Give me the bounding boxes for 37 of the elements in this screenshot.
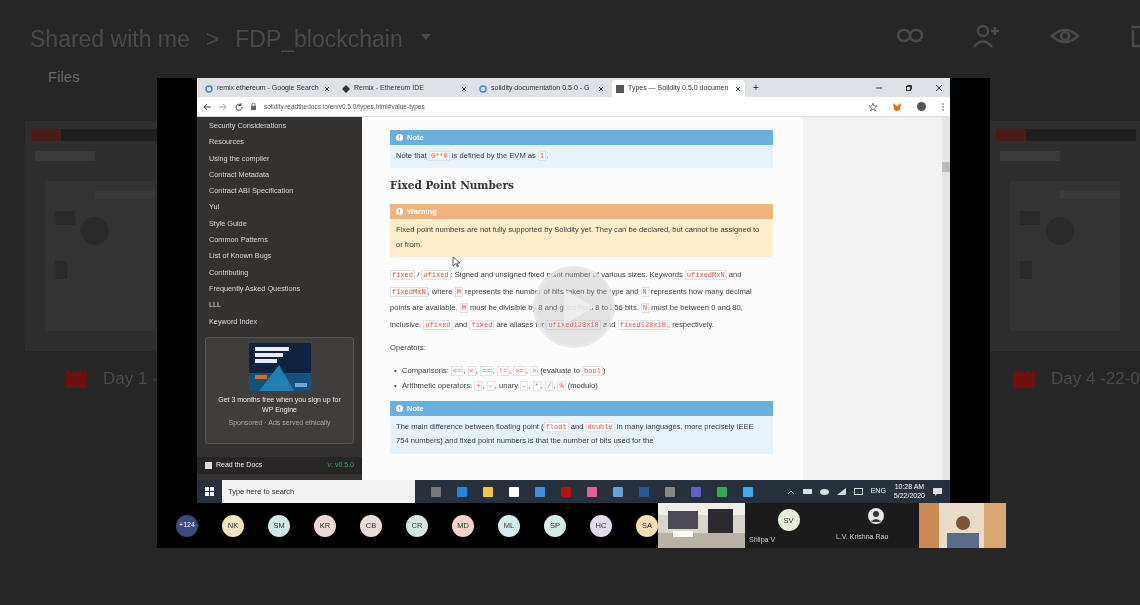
notification-icon[interactable] — [933, 487, 942, 496]
info-icon — [396, 208, 403, 216]
chevron-up-icon[interactable] — [786, 488, 795, 495]
info-icon — [396, 404, 403, 412]
avatar-icon[interactable] — [917, 102, 926, 111]
app-icon[interactable] — [483, 486, 493, 497]
video-file-icon — [1013, 369, 1035, 388]
section-label: Files — [47, 67, 81, 87]
star-icon[interactable] — [869, 102, 877, 111]
scrollbar[interactable] — [942, 117, 950, 480]
fox-icon[interactable] — [893, 102, 901, 111]
restore-icon[interactable] — [906, 84, 912, 91]
lock-icon — [251, 103, 256, 110]
cloud-icon[interactable] — [819, 488, 829, 495]
close-icon[interactable] — [461, 85, 467, 92]
favicon-icon — [616, 84, 624, 93]
favicon-icon — [342, 84, 350, 93]
user-avatar-icon[interactable] — [867, 508, 884, 525]
wifi-icon[interactable] — [836, 488, 846, 495]
battery-icon[interactable] — [853, 488, 863, 495]
reload-icon[interactable] — [235, 102, 243, 111]
cursor-icon — [452, 256, 461, 268]
back-arrow-icon[interactable] — [203, 102, 211, 111]
favicon-icon — [479, 84, 487, 93]
windows-start-icon[interactable] — [205, 487, 214, 496]
close-icon[interactable] — [936, 84, 942, 91]
breadcrumb-separator: > — [205, 25, 220, 54]
app-icon[interactable] — [509, 486, 519, 497]
section-heading: Fixed Point Numbers — [390, 178, 515, 194]
close-icon[interactable] — [324, 85, 330, 92]
new-tab-button[interactable]: + — [753, 80, 759, 95]
close-icon[interactable] — [735, 85, 741, 92]
favicon-icon — [205, 84, 213, 93]
minimize-icon[interactable] — [876, 84, 882, 91]
video-file-icon — [65, 369, 87, 388]
close-icon[interactable] — [598, 85, 604, 92]
info-icon — [396, 134, 403, 141]
